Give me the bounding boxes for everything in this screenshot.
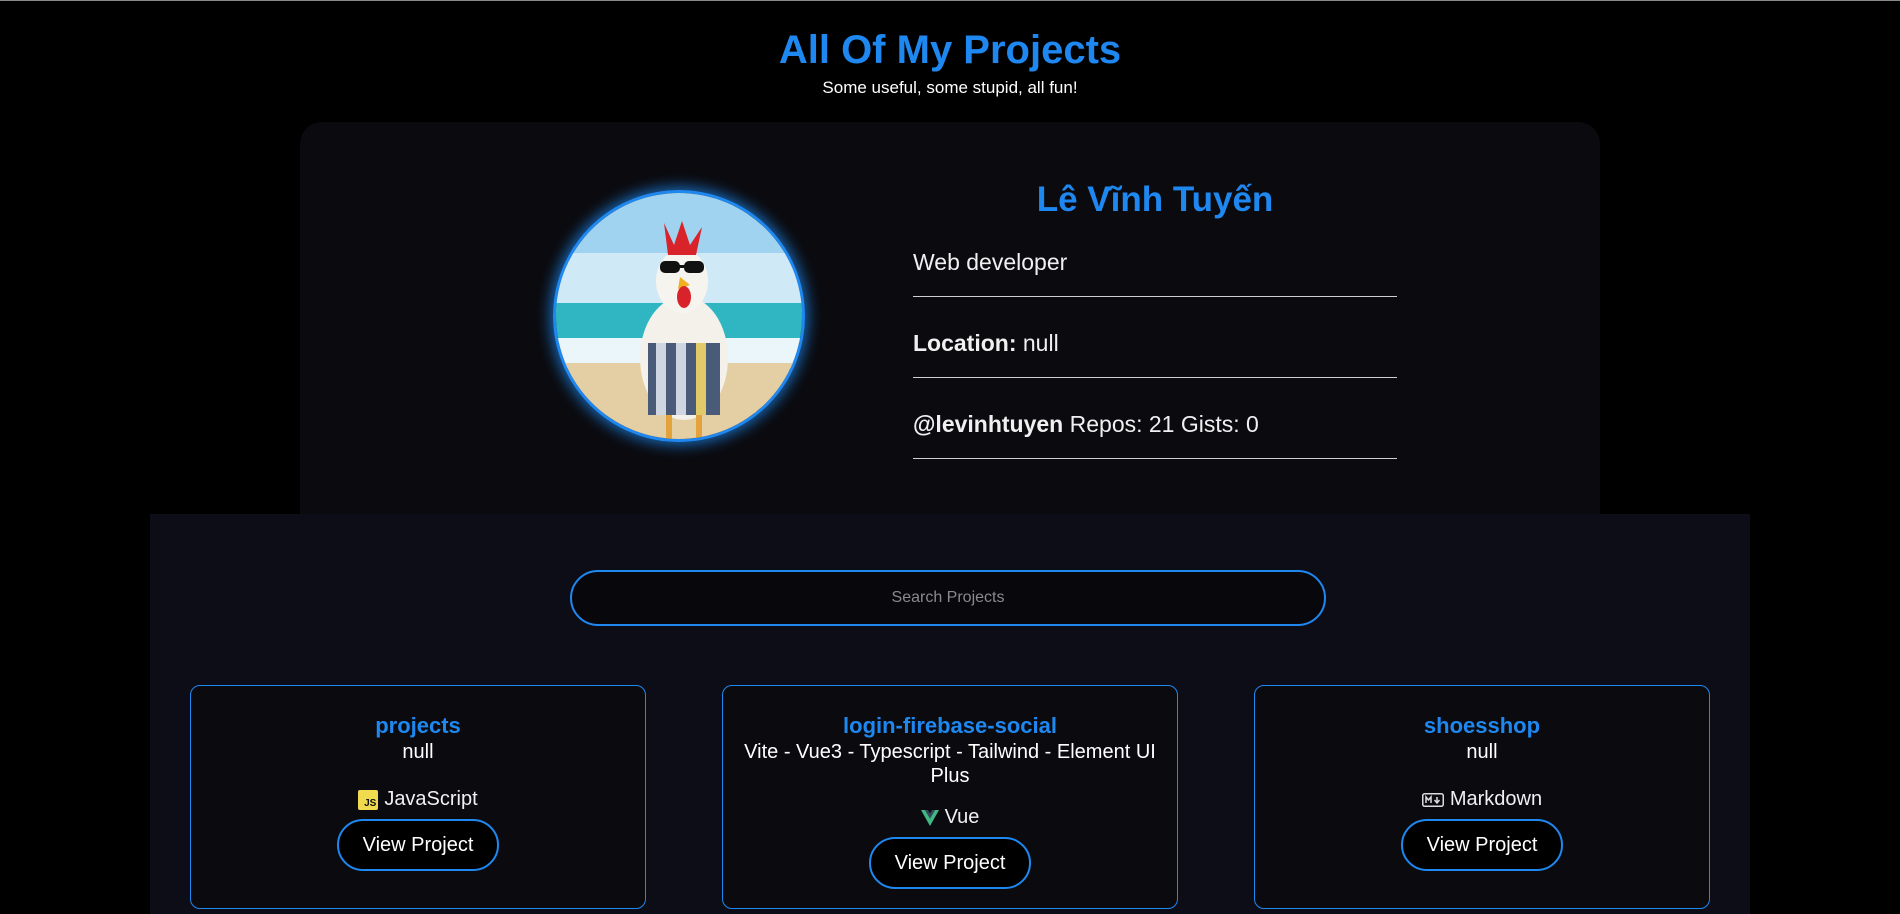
profile-bio: Web developer: [913, 240, 1397, 297]
markdown-icon: [1421, 792, 1444, 807]
project-card: projects null JS JavaScript View Project: [190, 685, 646, 909]
page-subtitle: Some useful, some stupid, all fun!: [822, 78, 1078, 97]
javascript-icon: JS: [358, 789, 379, 810]
username: @levinhtuyen: [913, 411, 1064, 437]
page-title: All Of My Projects: [778, 28, 1122, 72]
project-description: null: [1466, 741, 1498, 763]
project-language: Vue: [723, 806, 1177, 829]
language-label: Markdown: [1449, 788, 1543, 810]
search-input[interactable]: Search Projects: [570, 570, 1326, 626]
page-header: All Of My Projects Some useful, some stu…: [0, 24, 1900, 98]
view-project-button[interactable]: View Project: [868, 837, 1032, 889]
top-border: [0, 0, 1900, 1]
view-project-button[interactable]: View Project: [336, 819, 500, 871]
location-value: null: [1022, 330, 1059, 356]
search-placeholder: Search Projects: [891, 589, 1005, 606]
vue-icon: [920, 809, 939, 826]
bio-text: Web developer: [913, 249, 1068, 275]
profile-location: Location: null: [913, 321, 1397, 378]
language-label: JavaScript: [384, 788, 478, 810]
avatar: [553, 190, 805, 442]
project-description: Vite - Vue3 - Typescript - Tailwind - El…: [744, 741, 1156, 787]
view-project-button[interactable]: View Project: [1400, 819, 1564, 871]
project-card: shoesshop null Markdown View Project: [1254, 685, 1710, 909]
repo-gist-stats: Repos: 21 Gists: 0: [1069, 411, 1259, 437]
project-title: login-firebase-social: [843, 713, 1057, 738]
project-title: shoesshop: [1423, 713, 1541, 738]
location-label: Location:: [913, 330, 1017, 356]
profile-info: Lê Vĩnh Tuyến Web developer Location: nu…: [913, 172, 1397, 483]
profile-name: Lê Vĩnh Tuyến: [1036, 180, 1274, 219]
project-description: null: [402, 741, 434, 763]
avatar-image: [556, 193, 802, 439]
language-label: Vue: [944, 806, 980, 828]
project-title: projects: [375, 713, 461, 738]
project-card: login-firebase-social Vite - Vue3 - Type…: [722, 685, 1178, 909]
profile-stats: @levinhtuyen Repos: 21 Gists: 0: [913, 402, 1397, 459]
project-language: JS JavaScript: [191, 788, 645, 811]
project-language: Markdown: [1255, 788, 1709, 811]
